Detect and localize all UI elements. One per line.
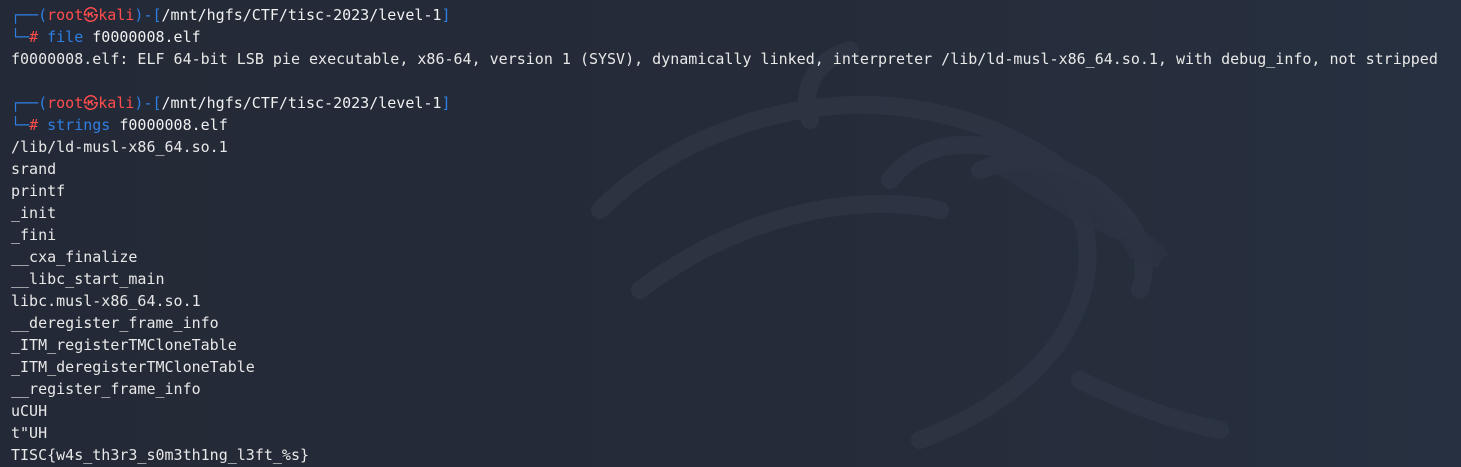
command-argument: f0000008.elf (119, 116, 228, 134)
output-line: libc.musl-x86_64.so.1 (11, 292, 201, 310)
prompt-header: ┌──(root㉿kali)-[/mnt/hgfs/CTF/tisc-2023/… (11, 92, 1461, 114)
output-line: srand (11, 160, 57, 178)
prompt-at-icon: ㉿ (83, 6, 99, 24)
output-line: f0000008.elf: ELF 64-bit LSB pie executa… (11, 50, 1438, 68)
output-line: _ITM_deregisterTMCloneTable (11, 358, 255, 376)
prompt-open-paren: ( (38, 6, 48, 24)
prompt-at-icon: ㉿ (83, 94, 99, 112)
prompt-corner-top: ┌── (11, 94, 39, 112)
prompt-host: kali (98, 6, 135, 24)
prompt-header: ┌──(root㉿kali)-[/mnt/hgfs/CTF/tisc-2023/… (11, 4, 1461, 26)
flag-output-line: TISC{w4s_th3r3_s0m3th1ng_l3ft_%s} (11, 446, 310, 464)
command-name: strings (47, 116, 111, 134)
output-line: printf (11, 182, 66, 200)
output-line: /lib/ld-musl-x86_64.so.1 (11, 138, 228, 156)
command-line[interactable]: └─# file f0000008.elf (11, 26, 1461, 48)
prompt-corner-bottom: └─ (11, 116, 30, 134)
prompt-corner-top: ┌── (11, 6, 39, 24)
prompt-hash: # (29, 116, 39, 134)
prompt-close-bracket: ] (441, 94, 451, 112)
output-line: t"UH (11, 424, 48, 442)
command-name: file (47, 28, 84, 46)
output-line: uCUH (11, 402, 48, 420)
prompt-host: kali (98, 94, 135, 112)
prompt-user: root (47, 94, 84, 112)
output-line: _fini (11, 226, 57, 244)
prompt-path: /mnt/hgfs/CTF/tisc-2023/level-1 (161, 6, 442, 24)
prompt-open-paren: ( (38, 94, 48, 112)
prompt-path: /mnt/hgfs/CTF/tisc-2023/level-1 (161, 94, 442, 112)
output-line: __register_frame_info (11, 380, 201, 398)
command-argument: f0000008.elf (92, 28, 201, 46)
prompt-hash: # (29, 28, 39, 46)
output-line: __cxa_finalize (11, 248, 138, 266)
prompt-close-bracket: ] (441, 6, 451, 24)
terminal-output: ┌──(root㉿kali)-[/mnt/hgfs/CTF/tisc-2023/… (11, 4, 1461, 466)
prompt-open-bracket: -[ (143, 6, 162, 24)
output-line: __deregister_frame_info (11, 314, 219, 332)
terminal-window[interactable]: ┌──(root㉿kali)-[/mnt/hgfs/CTF/tisc-2023/… (0, 0, 1461, 467)
output-line: __libc_start_main (11, 270, 165, 288)
output-line: _ITM_registerTMCloneTable (11, 336, 237, 354)
prompt-open-bracket: -[ (143, 94, 162, 112)
command-line[interactable]: └─# strings f0000008.elf (11, 114, 1461, 136)
prompt-user: root (47, 6, 84, 24)
prompt-corner-bottom: └─ (11, 28, 30, 46)
output-line: _init (11, 204, 57, 222)
